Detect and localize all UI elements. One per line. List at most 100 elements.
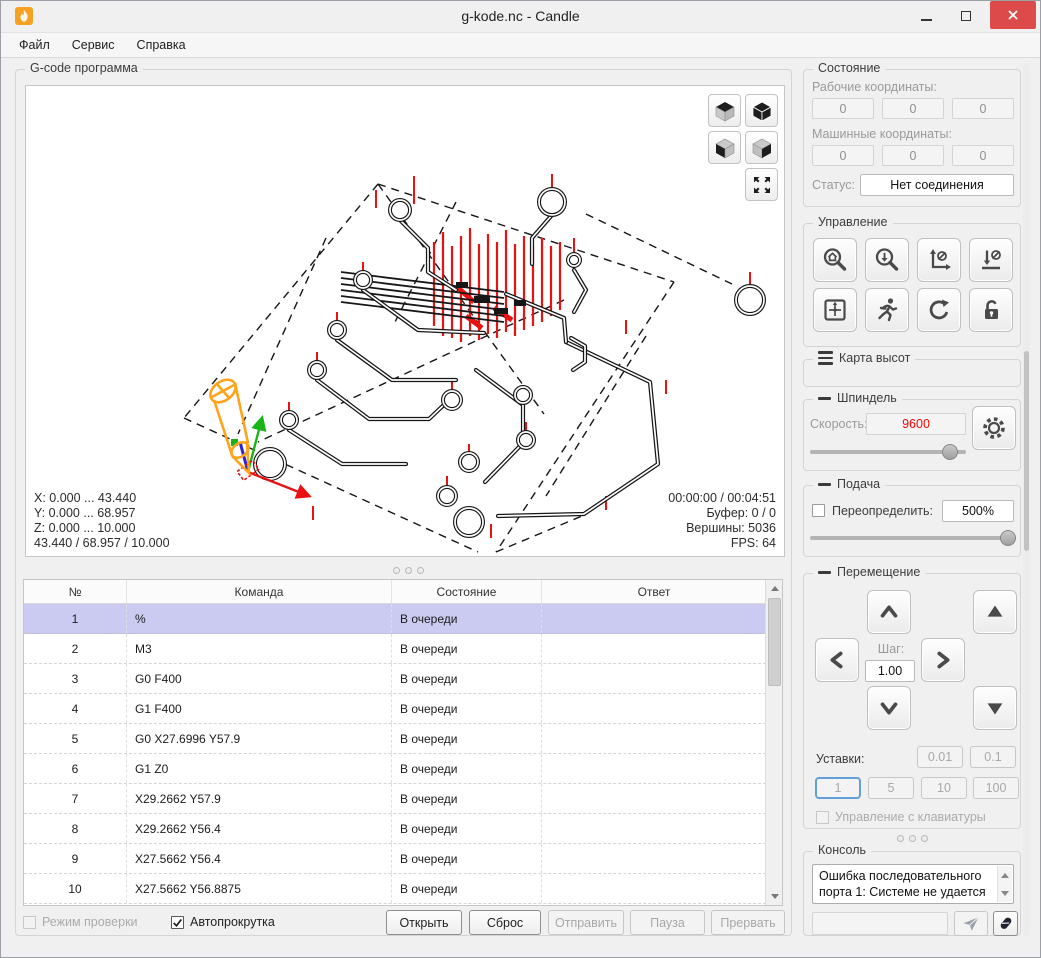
reset-controller-button[interactable] <box>917 288 961 332</box>
work-z-field: 0 <box>952 98 1014 119</box>
table-row[interactable]: 7 X29.2662 Y57.9 В очереди <box>24 784 766 814</box>
jog-y-plus-button[interactable] <box>867 590 911 634</box>
check-run-button[interactable] <box>865 288 909 332</box>
menu-service[interactable]: Сервис <box>62 34 125 56</box>
chevron-left-icon <box>830 651 843 669</box>
jog-x-minus-button[interactable] <box>815 638 859 682</box>
table-row[interactable]: 8 X29.2662 Y56.4 В очереди <box>24 814 766 844</box>
console-scrollbar[interactable] <box>997 866 1012 902</box>
preset-1-button[interactable]: 1 <box>815 777 861 799</box>
header-num[interactable]: № <box>24 580 127 603</box>
title-bar[interactable]: g-kode.nc - Candle <box>1 1 1040 32</box>
scroll-up-icon[interactable] <box>998 867 1012 883</box>
view-side-button[interactable] <box>745 131 778 164</box>
heightmap-title: Карта высот <box>839 351 911 365</box>
pause-button[interactable]: Пауза <box>630 910 705 935</box>
window-title: g-kode.nc - Candle <box>461 8 580 24</box>
console-log[interactable]: Ошибка последовательного порта 1: Систем… <box>812 864 1014 904</box>
menu-icon[interactable] <box>818 351 833 365</box>
spindle-speed-field[interactable]: 9600 <box>866 413 966 435</box>
check-mode-label: Режим проверки <box>42 915 138 929</box>
viewer-table-splitter[interactable] <box>393 567 424 574</box>
header-response[interactable]: Ответ <box>542 580 766 603</box>
restore-origin-button[interactable] <box>813 288 857 332</box>
scroll-down-icon[interactable] <box>766 888 783 905</box>
abort-button[interactable]: Прервать <box>711 910 785 935</box>
header-command[interactable]: Команда <box>127 580 392 603</box>
console-clear-button[interactable] <box>993 911 1018 936</box>
gcode-3d-viewer[interactable]: X: 0.000 ... 43.440 Y: 0.000 ... 68.957 … <box>25 85 785 557</box>
jog-z-plus-button[interactable] <box>973 590 1017 634</box>
jog-y-minus-button[interactable] <box>867 686 911 730</box>
preset-10-button[interactable]: 10 <box>921 777 967 799</box>
keyboard-control-checkbox[interactable] <box>816 811 829 824</box>
table-row[interactable]: 4 G1 F400 В очереди <box>24 694 766 724</box>
scroll-down-icon[interactable] <box>998 885 1012 901</box>
table-row[interactable]: 5 G0 X27.6996 Y57.9 В очереди <box>24 724 766 754</box>
status-label: Статус: <box>812 178 855 192</box>
check-icon <box>173 919 182 927</box>
table-row[interactable]: 2 M3 В очереди <box>24 634 766 664</box>
menu-help[interactable]: Справка <box>127 34 196 56</box>
autoscroll-label: Автопрокрутка <box>190 915 275 929</box>
table-row[interactable]: 3 G0 F400 В очереди <box>24 664 766 694</box>
console-input[interactable] <box>812 912 948 935</box>
maximize-button[interactable] <box>949 4 983 28</box>
header-state[interactable]: Состояние <box>392 580 542 603</box>
zero-xy-icon <box>930 249 951 270</box>
menu-file[interactable]: Файл <box>9 34 60 56</box>
autoscroll-checkbox[interactable] <box>171 916 184 929</box>
x-range: X: 0.000 ... 43.440 <box>34 491 137 505</box>
view-top-button[interactable] <box>708 94 741 127</box>
cube-iso-icon <box>751 101 772 122</box>
zero-xy-button[interactable] <box>917 238 961 282</box>
view-isometric-button[interactable] <box>745 94 778 127</box>
spindle-slider-handle[interactable] <box>942 444 958 460</box>
table-scrollbar[interactable] <box>765 580 782 905</box>
panel-scrollbar[interactable] <box>1023 63 1030 936</box>
jog-x-plus-button[interactable] <box>921 638 965 682</box>
collapse-icon[interactable] <box>818 570 831 574</box>
spindle-speed-slider[interactable] <box>810 444 966 460</box>
rapid-projection-lines <box>183 183 733 553</box>
table-row[interactable]: 6 G1 Z0 В очереди <box>24 754 766 784</box>
gcode-table[interactable]: № Команда Состояние Ответ 1% В очереди 2M… <box>23 579 783 906</box>
open-button[interactable]: Открыть <box>386 910 462 935</box>
feed-slider-handle[interactable] <box>1000 530 1016 546</box>
panel-console-splitter[interactable] <box>897 835 928 842</box>
collapse-icon[interactable] <box>818 482 831 486</box>
work-x-field: 0 <box>812 98 874 119</box>
spindle-toggle-button[interactable] <box>972 406 1016 450</box>
send-icon <box>963 916 979 931</box>
preset-100-button[interactable]: 100 <box>973 777 1019 799</box>
jog-z-minus-button[interactable] <box>973 686 1017 730</box>
table-row[interactable]: 10 X27.5662 Y56.8875 В очереди <box>24 874 766 904</box>
table-row[interactable]: 1% В очереди <box>24 604 766 634</box>
preset-5-button[interactable]: 5 <box>868 777 914 799</box>
feed-override-checkbox[interactable] <box>812 504 825 517</box>
preset-0_01-button[interactable]: 0.01 <box>917 746 963 768</box>
close-button[interactable] <box>990 1 1036 29</box>
home-search-icon <box>823 248 847 271</box>
chevron-up-icon <box>880 605 898 618</box>
step-field[interactable]: 1.00 <box>865 660 915 682</box>
scroll-up-icon[interactable] <box>766 580 783 597</box>
search-home-button[interactable] <box>813 238 857 282</box>
zero-z-button[interactable] <box>969 238 1013 282</box>
feed-override-field[interactable]: 500% <box>942 500 1014 522</box>
panel-scrollbar-thumb[interactable] <box>1024 351 1029 551</box>
fit-view-button[interactable] <box>745 168 778 201</box>
search-probe-button[interactable] <box>865 238 909 282</box>
preset-0_1-button[interactable]: 0.1 <box>970 746 1016 768</box>
table-row[interactable]: 9 X27.5662 Y56.4 В очереди <box>24 844 766 874</box>
check-mode-checkbox[interactable] <box>23 916 36 929</box>
feed-override-slider[interactable] <box>810 530 1016 546</box>
reset-button[interactable]: Сброс <box>469 910 541 935</box>
send-button[interactable]: Отправить <box>548 910 624 935</box>
collapse-icon[interactable] <box>818 396 831 400</box>
table-scrollbar-thumb[interactable] <box>768 598 781 686</box>
console-send-button[interactable] <box>954 911 988 936</box>
unlock-button[interactable] <box>969 288 1013 332</box>
minimize-button[interactable] <box>909 4 943 28</box>
view-front-button[interactable] <box>708 131 741 164</box>
